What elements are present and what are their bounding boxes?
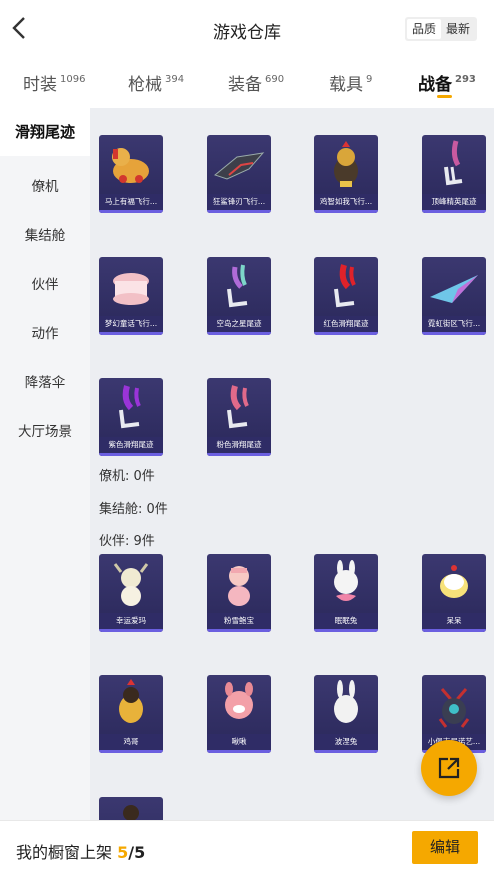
item-name: 鸡哥 bbox=[99, 734, 163, 753]
item-card[interactable]: 红色滑翔尾迹 bbox=[314, 257, 378, 335]
header: 游戏仓库 品质 最新 bbox=[0, 0, 494, 58]
item-card[interactable]: 呆呆 bbox=[422, 554, 486, 632]
item-card[interactable]: 眠眠兔 bbox=[314, 554, 378, 632]
item-name: 幸运爱玛 bbox=[99, 613, 163, 632]
shelf-total-count: /5 bbox=[128, 843, 146, 862]
trail-item-icon bbox=[444, 140, 463, 186]
bottom-bar: 我的橱窗上架 5/5 编辑 bbox=[0, 820, 494, 875]
shark-jet-item-icon bbox=[213, 152, 265, 180]
sort-toggle: 品质 最新 bbox=[405, 17, 477, 41]
sort-quality-button[interactable]: 品质 bbox=[407, 19, 441, 39]
sidenav-item-parachute[interactable]: 降落伞 bbox=[0, 371, 90, 391]
item-card[interactable]: 狂鲨锋刃飞行... bbox=[207, 135, 271, 213]
item-card[interactable]: 啾啾 bbox=[207, 675, 271, 753]
item-card[interactable]: 紫色滑翔尾迹 bbox=[99, 378, 163, 456]
sidenav-item-wingman[interactable]: 僚机 bbox=[0, 175, 90, 195]
item-card[interactable] bbox=[99, 797, 163, 820]
item-card[interactable]: 幸运爱玛 bbox=[99, 554, 163, 632]
tab-battle-gear[interactable]: 战备 293 bbox=[418, 70, 476, 95]
tab-equipment[interactable]: 装备 690 bbox=[228, 70, 284, 95]
item-grid: 马上有福飞行... 狂鲨锋刃飞行... 鸡智如我飞行... 顶峰精英尾迹 梦幻童… bbox=[90, 108, 494, 820]
item-card[interactable]: 霓虹街区飞行... bbox=[422, 257, 486, 335]
tab-guns[interactable]: 枪械 394 bbox=[128, 70, 184, 95]
item-card[interactable]: 粉雪鲍宝 bbox=[207, 554, 271, 632]
horse-item-icon bbox=[112, 148, 149, 183]
active-tab-indicator bbox=[437, 95, 452, 98]
item-card[interactable]: 波涅兔 bbox=[314, 675, 378, 753]
share-button[interactable] bbox=[421, 740, 477, 796]
trail-item-icon bbox=[227, 385, 249, 429]
partner-item-icon bbox=[123, 805, 139, 820]
partner-item-icon bbox=[334, 560, 358, 601]
item-card[interactable]: 粉色滑翔尾迹 bbox=[207, 378, 271, 456]
item-name: 波涅兔 bbox=[314, 734, 378, 753]
item-card[interactable]: 鸡智如我飞行... bbox=[314, 135, 378, 213]
item-name: 梦幻童话飞行... bbox=[99, 316, 163, 335]
trail-item-icon bbox=[227, 264, 248, 308]
partner-count: 伙伴: 9件 bbox=[99, 534, 155, 549]
partner-item-icon bbox=[113, 563, 149, 606]
tab-vehicles[interactable]: 载具 9 bbox=[329, 70, 372, 95]
trail-item-icon bbox=[334, 264, 356, 308]
item-name: 顶峰精英尾迹 bbox=[422, 194, 486, 213]
item-name: 啾啾 bbox=[207, 734, 271, 753]
item-name: 狂鲨锋刃飞行... bbox=[207, 194, 271, 213]
tab-fashion[interactable]: 时装 1096 bbox=[23, 70, 85, 95]
paper-plane-item-icon bbox=[430, 275, 478, 303]
sidenav-item-partner[interactable]: 伙伴 bbox=[0, 273, 90, 293]
item-name: 马上有福飞行... bbox=[99, 194, 163, 213]
wingman-count: 僚机: 0件 bbox=[99, 469, 155, 484]
capsule-count: 集结舱: 0件 bbox=[99, 502, 168, 517]
item-name: 空岛之星尾迹 bbox=[207, 316, 271, 335]
shelf-status: 我的橱窗上架 5/5 bbox=[16, 843, 146, 862]
item-name: 粉色滑翔尾迹 bbox=[207, 437, 271, 456]
item-card[interactable]: 马上有福飞行... bbox=[99, 135, 163, 213]
sidenav-item-emote[interactable]: 动作 bbox=[0, 322, 90, 342]
shelf-current-count: 5 bbox=[117, 843, 129, 862]
partner-item-icon bbox=[119, 679, 143, 723]
sidenav-item-lobby-scene[interactable]: 大厅场景 bbox=[0, 420, 90, 440]
item-card[interactable]: 空岛之星尾迹 bbox=[207, 257, 271, 335]
partner-item-icon bbox=[334, 680, 358, 723]
share-icon bbox=[438, 757, 460, 779]
partner-item-icon bbox=[228, 566, 250, 606]
trail-item-icon bbox=[119, 385, 141, 429]
carousel-item-icon bbox=[113, 273, 149, 305]
item-name: 红色滑翔尾迹 bbox=[314, 316, 378, 335]
sidenav-item-capsule[interactable]: 集结舱 bbox=[0, 224, 90, 244]
sort-latest-button[interactable]: 最新 bbox=[441, 19, 475, 39]
partner-item-icon bbox=[225, 682, 253, 719]
item-name: 紫色滑翔尾迹 bbox=[99, 437, 163, 456]
partner-item-icon bbox=[438, 688, 470, 728]
item-name: 粉雪鲍宝 bbox=[207, 613, 271, 632]
side-nav: 滑翔尾迹 僚机 集结舱 伙伴 动作 降落伞 大厅场景 bbox=[0, 108, 90, 820]
item-name: 眠眠兔 bbox=[314, 613, 378, 632]
item-card[interactable]: 梦幻童话飞行... bbox=[99, 257, 163, 335]
partner-item-icon bbox=[440, 565, 468, 598]
chicken-item-icon bbox=[334, 141, 358, 187]
item-card[interactable]: 鸡哥 bbox=[99, 675, 163, 753]
item-name: 呆呆 bbox=[422, 613, 486, 632]
sidenav-item-glide-trail[interactable]: 滑翔尾迹 bbox=[0, 108, 90, 156]
category-tabs: 时装 1096 枪械 394 装备 690 载具 9 战备 293 bbox=[0, 58, 494, 108]
item-name: 霓虹街区飞行... bbox=[422, 316, 486, 335]
item-name: 鸡智如我飞行... bbox=[314, 194, 378, 213]
edit-button[interactable]: 编辑 bbox=[412, 831, 478, 864]
item-card[interactable]: 顶峰精英尾迹 bbox=[422, 135, 486, 213]
